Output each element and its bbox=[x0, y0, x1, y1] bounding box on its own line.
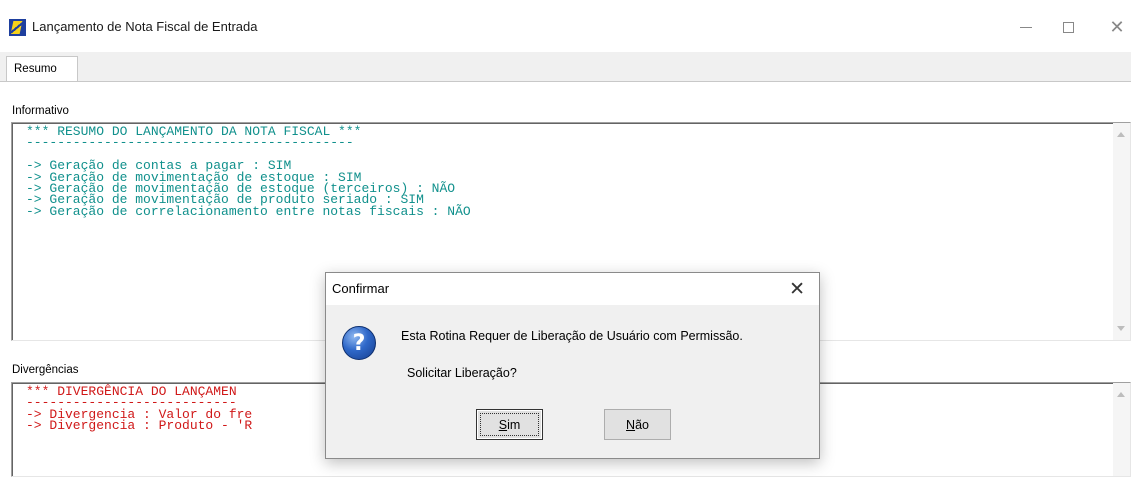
dialog-title: Confirmar bbox=[332, 281, 390, 296]
dialog-question: Solicitar Liberação? bbox=[407, 366, 517, 380]
scroll-up-icon[interactable] bbox=[1117, 392, 1125, 397]
sim-button[interactable]: Sim bbox=[476, 409, 543, 440]
close-icon: ✕ bbox=[1109, 16, 1125, 38]
nao-mnemonic: N bbox=[626, 417, 636, 432]
minimize-button[interactable] bbox=[1011, 14, 1041, 40]
dialog-titlebar: Confirmar ✕ bbox=[326, 273, 819, 305]
nao-button[interactable]: Não bbox=[604, 409, 671, 440]
app-logo-icon bbox=[9, 19, 26, 36]
minimize-icon bbox=[1020, 26, 1032, 28]
divergencias-label: Divergências bbox=[12, 364, 79, 376]
scroll-up-icon[interactable] bbox=[1117, 132, 1125, 137]
nao-label-rest: ão bbox=[635, 417, 649, 432]
informativo-scrollbar[interactable] bbox=[1113, 123, 1130, 340]
window-title: Lançamento de Nota Fiscal de Entrada bbox=[32, 19, 258, 34]
divergencias-scrollbar[interactable] bbox=[1113, 383, 1130, 476]
memo-line: ----------------------------------------… bbox=[26, 135, 354, 151]
informativo-text: *** RESUMO DO LANÇAMENTO DA NOTA FISCAL … bbox=[26, 125, 471, 219]
informativo-label: Informativo bbox=[12, 105, 69, 117]
window-titlebar: Lançamento de Nota Fiscal de Entrada ✕ bbox=[0, 0, 1131, 52]
dialog-close-button[interactable]: ✕ bbox=[789, 278, 805, 300]
focus-rect bbox=[480, 413, 539, 436]
close-button[interactable]: ✕ bbox=[1102, 14, 1131, 40]
tab-divider bbox=[0, 81, 1131, 82]
maximize-button[interactable] bbox=[1053, 14, 1083, 40]
scroll-down-icon[interactable] bbox=[1117, 326, 1125, 331]
maximize-icon bbox=[1062, 21, 1074, 33]
confirm-dialog: Confirmar ✕ ? Esta Rotina Requer de Libe… bbox=[325, 272, 820, 459]
close-icon: ✕ bbox=[789, 278, 805, 300]
memo-line: -> Geração de correlacionamento entre no… bbox=[26, 203, 471, 219]
dialog-message: Esta Rotina Requer de Liberação de Usuár… bbox=[401, 329, 743, 343]
tab-resumo[interactable]: Resumo bbox=[6, 56, 78, 81]
question-icon: ? bbox=[342, 326, 376, 360]
